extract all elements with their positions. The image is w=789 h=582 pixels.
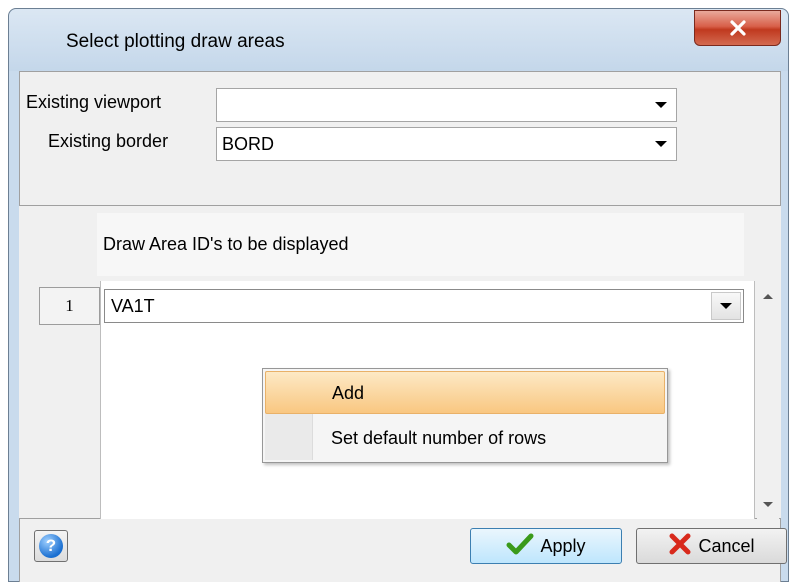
chevron-down-icon[interactable] — [646, 89, 676, 121]
menu-item-set-default-rows[interactable]: Set default number of rows — [265, 417, 665, 460]
apply-label: Apply — [540, 535, 586, 556]
context-menu: Add Set default number of rows — [262, 368, 668, 463]
border-select[interactable]: BORD — [216, 127, 677, 161]
dialog-title: Select plotting draw areas — [66, 31, 285, 52]
scroll-down-icon[interactable] — [757, 493, 779, 515]
draw-area-value: VA1T — [111, 296, 155, 316]
cancel-label: Cancel — [698, 535, 755, 556]
draw-area-select[interactable]: VA1T — [104, 289, 744, 323]
menu-item-add[interactable]: Add — [265, 371, 665, 414]
viewport-label: Existing viewport — [26, 92, 162, 112]
grid-header: Draw Area ID's to be displayed — [97, 213, 744, 276]
vertical-scrollbar[interactable] — [757, 281, 779, 519]
help-button[interactable]: ? — [34, 530, 68, 562]
draw-area-grid: Draw Area ID's to be displayed 1 VA1T — [19, 205, 781, 519]
border-label: Existing border — [48, 131, 169, 151]
dialog-body: Existing viewport Existing border BORD D… — [19, 71, 787, 582]
help-icon: ? — [39, 534, 63, 558]
checkmark-icon — [506, 533, 534, 560]
title-bar[interactable]: Select plotting draw areas — [9, 9, 788, 71]
viewport-select[interactable] — [216, 88, 677, 122]
border-value: BORD — [222, 134, 275, 154]
cancel-button[interactable]: Cancel — [636, 528, 787, 564]
apply-button[interactable]: Apply — [470, 528, 622, 564]
chevron-down-icon[interactable] — [711, 292, 741, 320]
dialog-window: Select plotting draw areas Existing view… — [8, 8, 789, 582]
close-icon — [729, 20, 747, 36]
row-number[interactable]: 1 — [39, 287, 100, 325]
cross-icon — [668, 533, 692, 560]
chevron-down-icon[interactable] — [646, 128, 676, 160]
scroll-up-icon[interactable] — [757, 285, 779, 307]
close-button[interactable] — [694, 10, 781, 46]
